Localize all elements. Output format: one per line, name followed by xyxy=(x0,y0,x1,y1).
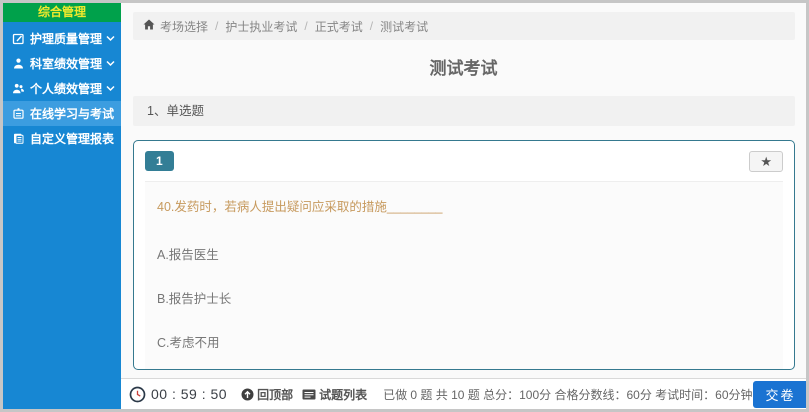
sidebar-item-online-exam[interactable]: 在线学习与考试 xyxy=(3,101,121,126)
home-icon xyxy=(143,19,155,33)
question-list-label: 试题列表 xyxy=(319,386,367,403)
sidebar-item-label: 自定义管理报表 xyxy=(30,130,115,147)
question-card-header: 1 ★ xyxy=(145,151,783,172)
favorite-question-button[interactable]: ★ xyxy=(749,151,783,172)
breadcrumb-item: 测试考试 xyxy=(380,18,428,35)
app-window: 综合管理 护理质量管理 科室绩效管理 个人绩效管理 xyxy=(0,0,809,412)
sidebar-item-nursing-quality[interactable]: 护理质量管理 xyxy=(3,26,121,51)
exam-footer-bar: 00 : 59 : 50 回顶部 试题列表 已做 0 题 共 10 题 总分：1… xyxy=(121,378,806,409)
breadcrumb-item[interactable]: 护士执业考试 xyxy=(225,18,297,35)
breadcrumb-item[interactable]: 考场选择 xyxy=(160,18,208,35)
sidebar-header: 综合管理 xyxy=(3,3,121,22)
timer-value: 00 : 59 : 50 xyxy=(151,386,227,402)
question-text: 40.发药时，若病人提出疑问应采取的措施________ xyxy=(157,196,771,215)
exam-timer: 00 : 59 : 50 xyxy=(129,386,227,403)
option-b[interactable]: B.报告护士长 xyxy=(157,288,771,307)
question-number-badge[interactable]: 1 xyxy=(145,151,174,171)
breadcrumb-separator: / xyxy=(304,19,307,33)
option-c[interactable]: C.考虑不用 xyxy=(157,332,771,351)
sidebar-item-label: 个人绩效管理 xyxy=(30,80,104,97)
breadcrumb-separator: / xyxy=(370,19,373,33)
clock-icon xyxy=(129,386,146,403)
people-icon xyxy=(12,82,25,95)
list-icon xyxy=(302,388,316,401)
submit-exam-button[interactable]: 交卷 xyxy=(753,381,809,408)
question-section-header: 1、单选题 xyxy=(133,96,795,126)
report-icon xyxy=(12,132,25,145)
breadcrumb: 考场选择 / 护士执业考试 / 正式考试 / 测试考试 xyxy=(133,12,795,40)
breadcrumb-home[interactable] xyxy=(143,19,155,33)
main-content: 考场选择 / 护士执业考试 / 正式考试 / 测试考试 测试考试 1、单选题 1… xyxy=(121,3,806,378)
breadcrumb-item[interactable]: 正式考试 xyxy=(315,18,363,35)
back-to-top-label: 回顶部 xyxy=(257,386,293,403)
question-options: A.报告医生 B.报告护士长 C.考虑不用 D.先发给病人再说 E.重新核对，确… xyxy=(157,244,771,370)
chevron-down-icon xyxy=(106,85,115,92)
person-icon xyxy=(12,57,25,70)
sidebar-item-label: 护理质量管理 xyxy=(30,30,104,47)
back-to-top-link[interactable]: 回顶部 xyxy=(241,386,293,403)
question-card: 1 ★ 40.发药时，若病人提出疑问应采取的措施________ A.报告医生 … xyxy=(133,140,795,370)
sidebar-item-label: 科室绩效管理 xyxy=(30,55,104,72)
edit-icon xyxy=(12,32,25,45)
chevron-down-icon xyxy=(106,60,115,67)
arrow-up-circle-icon xyxy=(241,388,254,401)
star-icon: ★ xyxy=(760,154,772,169)
sidebar: 综合管理 护理质量管理 科室绩效管理 个人绩效管理 xyxy=(3,3,121,409)
sidebar-item-dept-performance[interactable]: 科室绩效管理 xyxy=(3,51,121,76)
chevron-down-icon xyxy=(106,35,115,42)
page-title: 测试考试 xyxy=(121,54,806,79)
option-a[interactable]: A.报告医生 xyxy=(157,244,771,263)
exam-stats: 已做 0 题 共 10 题 总分：100分 合格分数线：60分 考试时间：60分… xyxy=(383,386,752,403)
question-body: 40.发药时，若病人提出疑问应采取的措施________ A.报告医生 B.报告… xyxy=(145,181,783,370)
question-list-link[interactable]: 试题列表 xyxy=(302,386,367,403)
sidebar-item-custom-reports[interactable]: 自定义管理报表 xyxy=(3,126,121,151)
badge-icon xyxy=(12,107,25,120)
footer-nav: 回顶部 试题列表 xyxy=(241,386,367,403)
sidebar-item-label: 在线学习与考试 xyxy=(30,105,115,122)
sidebar-item-personal-performance[interactable]: 个人绩效管理 xyxy=(3,76,121,101)
breadcrumb-separator: / xyxy=(215,19,218,33)
